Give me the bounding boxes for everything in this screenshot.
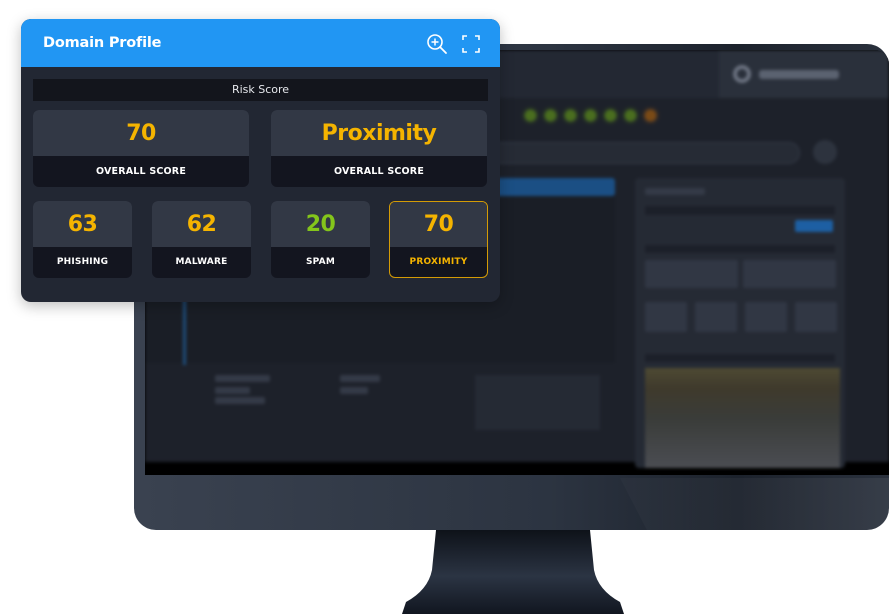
spam-score-value: 20 [305, 211, 336, 237]
bg-button [795, 220, 833, 232]
bg-text-row [215, 397, 265, 404]
card-title: Domain Profile [43, 35, 162, 51]
bg-text-row [215, 375, 270, 382]
bg-text-row [645, 245, 835, 253]
bg-round-button [813, 140, 837, 164]
phishing-score-tile: 63 PHISHING [33, 201, 132, 278]
bg-tile [743, 260, 836, 288]
tile-value-area: 70 [390, 202, 487, 247]
status-dot-green [585, 110, 596, 121]
risk-score-label: Risk Score [33, 79, 488, 101]
malware-score-value: 62 [186, 211, 217, 237]
monitor-glare [620, 478, 889, 530]
bg-status-dots [525, 110, 656, 121]
tile-value-area: 63 [33, 201, 132, 247]
bg-text-row [215, 387, 250, 394]
proximity-score-tile: 70 PROXIMITY [389, 201, 488, 278]
bg-text-row [645, 188, 705, 195]
proximity-score-value: 70 [423, 212, 454, 237]
bg-tile [745, 302, 787, 332]
bg-screenshot-preview [645, 368, 840, 468]
overall-threat-label: OVERALL SCORE [333, 165, 425, 177]
tile-value-area: 62 [152, 201, 251, 247]
bg-tab-pill [475, 142, 800, 164]
status-dot-orange [645, 110, 656, 121]
monitor-stand [402, 530, 624, 614]
bg-tile [795, 302, 837, 332]
bg-tile [695, 302, 737, 332]
zoom-in-icon[interactable] [426, 33, 448, 55]
tile-value-area: Proximity [271, 110, 487, 156]
malware-score-label: MALWARE [175, 257, 228, 267]
spam-score-label: SPAM [306, 257, 335, 267]
header-actions [426, 33, 482, 55]
card-header: Domain Profile [21, 19, 500, 67]
spam-score-tile: 20 SPAM [271, 201, 370, 278]
overall-threat-value: Proximity [321, 120, 437, 146]
bg-text-row [645, 206, 835, 215]
phishing-score-label: PHISHING [56, 257, 109, 267]
overall-threat-tile: Proximity OVERALL SCORE [271, 110, 487, 187]
bg-brand-logo [719, 50, 889, 98]
bg-text-row [340, 375, 380, 382]
status-dot-green [625, 110, 636, 121]
domain-profile-card: Domain Profile Risk Score 70 OVERALL SCO… [21, 19, 500, 302]
bg-text-row [340, 387, 368, 394]
bg-tile [645, 302, 687, 332]
tile-value-area: 70 [33, 110, 249, 156]
brand-logo-icon [733, 65, 751, 83]
overall-score-tile: 70 OVERALL SCORE [33, 110, 249, 187]
status-dot-green [565, 110, 576, 121]
proximity-score-label: PROXIMITY [409, 257, 468, 267]
malware-score-tile: 62 MALWARE [152, 201, 251, 278]
tile-value-area: 20 [271, 201, 370, 247]
fullscreen-icon[interactable] [460, 33, 482, 55]
bg-list [475, 375, 600, 430]
brand-name [759, 70, 839, 79]
overall-score-label: OVERALL SCORE [95, 165, 187, 177]
status-dot-green [525, 110, 536, 121]
status-dot-green [605, 110, 616, 121]
bg-tile [645, 260, 738, 288]
overall-score-value: 70 [126, 120, 156, 146]
phishing-score-value: 63 [67, 211, 98, 237]
status-dot-green [545, 110, 556, 121]
bg-text-row [645, 354, 835, 362]
